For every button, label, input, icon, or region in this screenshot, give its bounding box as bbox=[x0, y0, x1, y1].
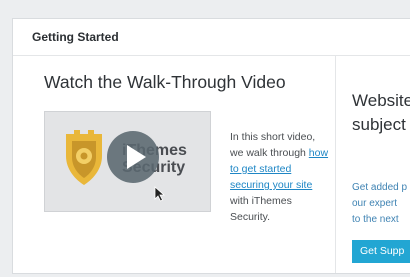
panel-title: Getting Started bbox=[32, 30, 119, 44]
shield-icon bbox=[66, 130, 102, 185]
video-section-title: Watch the Walk-Through Video bbox=[44, 72, 286, 92]
getting-started-panel: Getting Started Watch the Walk-Through V… bbox=[12, 18, 410, 274]
cursor-icon bbox=[154, 186, 166, 202]
walkthrough-video-thumbnail[interactable]: iThemes Security bbox=[44, 111, 211, 212]
play-icon bbox=[127, 145, 146, 169]
support-section-title: Website subject help. bbox=[352, 91, 410, 134]
get-support-button[interactable]: Get Supp bbox=[352, 240, 410, 263]
support-description: Get added p our expert to the next bbox=[352, 182, 408, 225]
play-button[interactable] bbox=[107, 131, 159, 183]
support-section: Website subject help. Get added p our ex… bbox=[336, 56, 410, 273]
video-section: Watch the Walk-Through Video iThemes Sec… bbox=[13, 56, 336, 273]
video-description: In this short video, we walk through how… bbox=[230, 131, 329, 223]
panel-header: Getting Started bbox=[13, 19, 410, 56]
